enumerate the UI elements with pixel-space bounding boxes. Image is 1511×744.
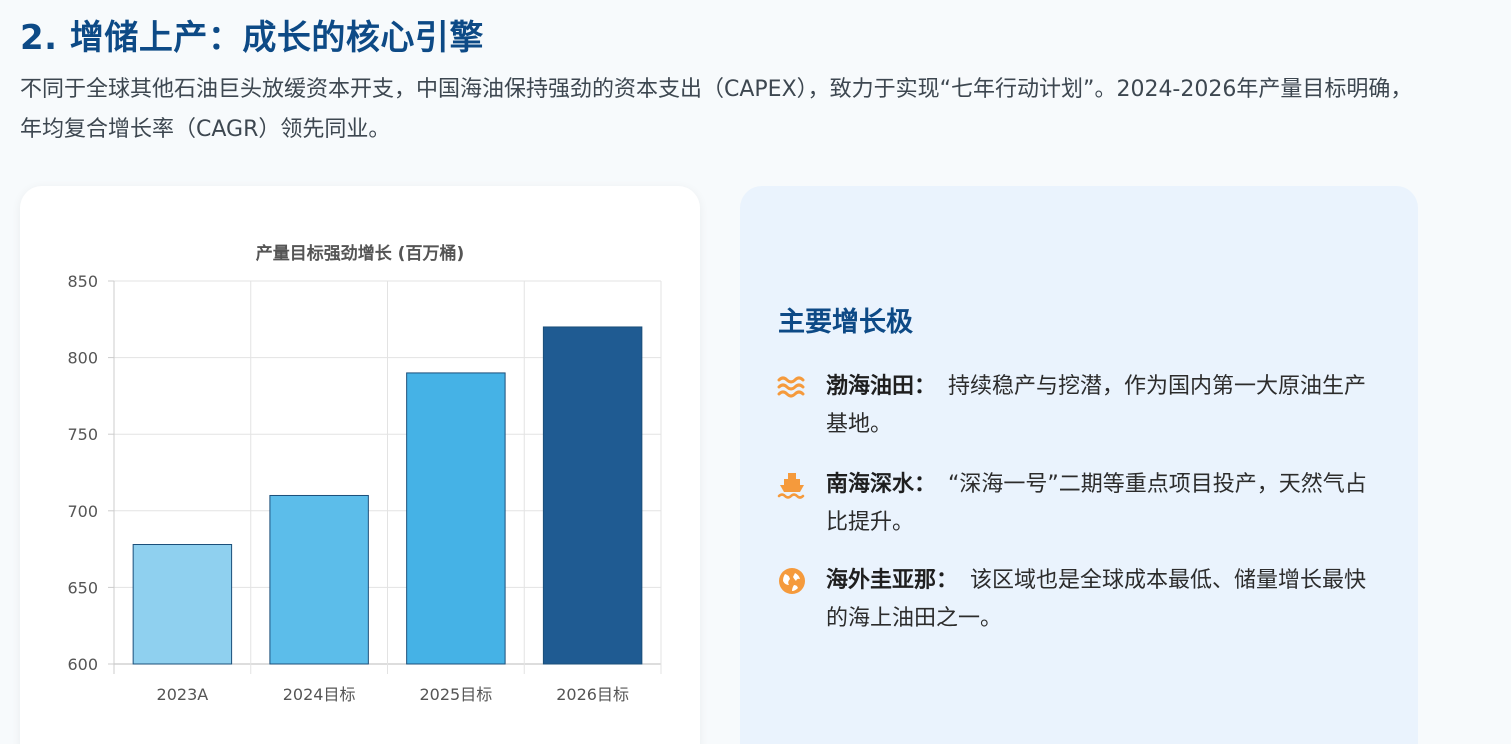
bar[interactable]: [132, 544, 233, 665]
y-tick-label: 700: [67, 502, 98, 521]
chart-card: 产量目标强劲增长 (百万桶) 600 650 700 750 800 850 2023A 20…: [20, 186, 700, 744]
growth-drivers-title: 主要增长极: [778, 307, 913, 338]
bar[interactable]: [406, 372, 506, 665]
x-tick-label: 2026目标: [556, 685, 629, 704]
driver-name: 海外圭亚那：: [826, 568, 959, 593]
x-tick-label: 2024目标: [283, 685, 356, 704]
production-chart: 产量目标强劲增长 (百万桶) 600 650 700 750 800 850 2023A 20…: [67, 243, 662, 704]
y-tick-label: 650: [67, 578, 98, 597]
growth-drivers-card: 主要增长极 渤海油田： 持续稳产与挖潜，作为国内第一大原油生产基地。 南海深水： “…: [740, 186, 1418, 744]
y-tick-label: 600: [67, 655, 98, 674]
y-tick-label: 850: [67, 272, 98, 291]
section-description: 不同于全球其他石油巨头放缓资本开支，中国海油保持强劲的资本支出（CAPEX），致…: [20, 77, 1413, 142]
driver-name: 南海深水：: [826, 472, 937, 497]
waves-icon: [776, 372, 808, 402]
y-tick-label: 750: [67, 425, 98, 444]
driver-bohai: 渤海油田： 持续稳产与挖潜，作为国内第一大原油生产基地。: [776, 368, 1386, 444]
globe-icon: [776, 566, 808, 596]
bar[interactable]: [542, 326, 643, 665]
driver-guyana: 海外圭亚那： 该区域也是全球成本最低、储量增长最快的海上油田之一。: [776, 562, 1386, 638]
driver-south-china-sea: 南海深水： “深海一号”二期等重点项目投产，天然气占比提升。: [776, 466, 1386, 542]
driver-name: 渤海油田：: [826, 374, 937, 399]
ship-icon: [776, 470, 808, 500]
x-tick-label: 2025目标: [420, 685, 493, 704]
y-tick-label: 800: [67, 349, 98, 368]
bar[interactable]: [269, 494, 369, 665]
section-title: 2. 增储上产：成长的核心引擎: [20, 18, 484, 58]
chart-title: 产量目标强劲增长 (百万桶): [256, 243, 464, 264]
x-tick-label: 2023A: [157, 685, 209, 704]
